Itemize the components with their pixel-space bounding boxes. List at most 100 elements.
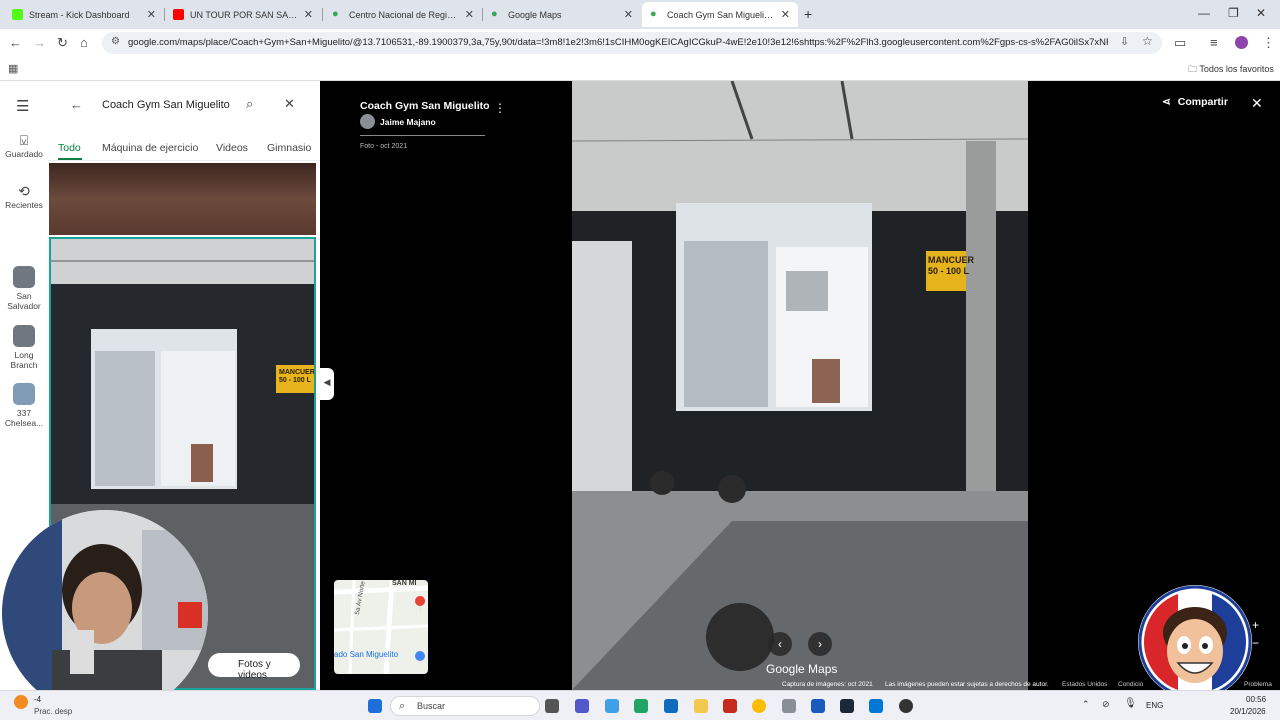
new-tab-icon[interactable]: +: [804, 6, 812, 22]
rail-saved[interactable]: ⍌ Guardado: [0, 133, 48, 159]
reading-list-icon[interactable]: ≡: [1210, 35, 1218, 50]
report-problem-link[interactable]: Problema: [1244, 681, 1272, 688]
mini-map[interactable]: SAN MI 5a Av Norte ado San Miguelito: [334, 580, 428, 674]
search-box[interactable]: ← Coach Gym San Miguelito ⌕ ✕: [60, 91, 310, 119]
bookmark-star-icon[interactable]: ☆: [1142, 34, 1153, 48]
photos-videos-label: Fotos y videos: [238, 659, 271, 681]
search-icon: ⌕: [399, 700, 406, 712]
tab-youtube[interactable]: UN TOUR POR SAN SALVADOR ✕: [165, 2, 321, 27]
teams-icon[interactable]: [575, 699, 589, 713]
window-close-icon[interactable]: ✕: [1256, 6, 1266, 20]
tab-google-maps[interactable]: ● Google Maps ✕: [483, 2, 641, 27]
tab-videos[interactable]: Videos: [216, 142, 248, 154]
menu-kebab-icon[interactable]: ⋮: [1262, 35, 1275, 51]
divider: [360, 135, 485, 136]
tab-coach-gym[interactable]: ● Coach Gym San Miguelito - Go ✕: [642, 2, 798, 27]
terms-link[interactable]: Condicio: [1118, 681, 1143, 688]
place-thumbnail: [13, 383, 35, 405]
author-name[interactable]: Jaime Majano: [380, 117, 436, 127]
restore-icon[interactable]: ❐: [1228, 6, 1239, 20]
cast-icon[interactable]: ▭: [1174, 35, 1186, 51]
address-bar[interactable]: ⚙ google.com/maps/place/Coach+Gym+San+Mi…: [102, 32, 1162, 54]
previous-photo-button[interactable]: ‹: [768, 632, 792, 656]
close-icon[interactable]: ✕: [465, 8, 474, 21]
weather-temperature: -4: [34, 695, 42, 704]
back-icon[interactable]: ←: [9, 35, 22, 50]
camera-icon[interactable]: [782, 699, 796, 713]
more-options-icon[interactable]: ⋮: [494, 101, 506, 115]
store-icon[interactable]: [869, 699, 883, 713]
close-icon[interactable]: ✕: [147, 8, 156, 21]
chrome-icon[interactable]: [752, 699, 766, 713]
network-icon[interactable]: ⊘: [1102, 699, 1110, 710]
word-icon[interactable]: [811, 699, 825, 713]
hamburger-menu-icon[interactable]: ☰: [16, 97, 29, 115]
url-text[interactable]: google.com/maps/place/Coach+Gym+San+Migu…: [128, 37, 1108, 48]
app-icon[interactable]: [723, 699, 737, 713]
close-icon[interactable]: ✕: [304, 8, 313, 21]
clear-search-icon[interactable]: ✕: [284, 96, 295, 112]
zoom-in-icon[interactable]: +: [1252, 618, 1259, 632]
reload-icon[interactable]: ↻: [57, 35, 68, 51]
bookmarks-bar: ▦ 🗀 Todos los favoritos: [0, 57, 1280, 81]
excel-icon[interactable]: [634, 699, 648, 713]
chevron-up-icon[interactable]: ⌃: [1082, 699, 1090, 710]
search-icon[interactable]: ⌕: [246, 96, 253, 112]
place-thumbnail: [13, 266, 35, 288]
chevron-right-icon: ›: [818, 637, 822, 651]
clock-date[interactable]: 20/1/2026: [1230, 707, 1266, 716]
task-view-icon[interactable]: [545, 699, 559, 713]
forward-icon[interactable]: →: [33, 35, 46, 50]
weather-icon[interactable]: [14, 695, 28, 709]
rail-place-chelsea[interactable]: 337 Chelsea...: [0, 383, 48, 428]
file-explorer-icon[interactable]: [694, 699, 708, 713]
close-viewer-icon[interactable]: ✕: [1251, 95, 1263, 112]
collapse-panel-button[interactable]: ◀: [320, 368, 334, 400]
language-indicator[interactable]: ENG: [1146, 701, 1163, 710]
outlook-icon[interactable]: [664, 699, 678, 713]
rail-place-san-salvador[interactable]: San Salvador: [0, 266, 48, 311]
tab-kick-dashboard[interactable]: Stream - Kick Dashboard ✕: [4, 2, 164, 27]
profile-avatar[interactable]: [1235, 36, 1248, 49]
country-link[interactable]: Estados Unidos: [1062, 681, 1108, 688]
apps-grid-icon[interactable]: ▦: [8, 62, 18, 75]
place-title[interactable]: Coach Gym San Miguelito: [360, 100, 500, 112]
zoom-out-icon[interactable]: −: [1252, 636, 1259, 650]
photos-videos-button[interactable]: Fotos y videos: [208, 653, 300, 681]
obs-icon[interactable]: [899, 699, 913, 713]
webcam-feed: [2, 510, 208, 716]
next-photo-button[interactable]: ›: [808, 632, 832, 656]
clock-time[interactable]: 00:56: [1246, 695, 1266, 704]
windows-start-icon[interactable]: [368, 699, 382, 713]
tab-gym[interactable]: Gimnasio: [267, 142, 311, 154]
weather-description: Prac. desp: [34, 707, 73, 716]
share-button[interactable]: ⋖ Compartir: [1162, 96, 1228, 108]
copilot-icon[interactable]: [605, 699, 619, 713]
back-arrow-icon[interactable]: ←: [70, 97, 83, 112]
taskbar-search[interactable]: ⌕ Buscar: [390, 696, 540, 716]
microphone-icon[interactable]: 🎙: [1124, 698, 1137, 709]
author-avatar[interactable]: [360, 114, 375, 129]
map-pin-icon: ●: [332, 8, 339, 20]
webcam-overlay: [2, 510, 208, 716]
map-label: SAN MI: [392, 580, 417, 587]
close-icon[interactable]: ✕: [624, 8, 633, 21]
home-icon[interactable]: ⌂: [80, 35, 88, 50]
install-app-icon[interactable]: ⇩: [1120, 35, 1129, 48]
search-input[interactable]: Coach Gym San Miguelito: [102, 99, 230, 111]
rail-place-label: 337 Chelsea...: [4, 408, 44, 428]
minimize-icon[interactable]: —: [1198, 6, 1210, 20]
photo-thumbnail[interactable]: [49, 163, 316, 235]
tab-all[interactable]: Todo: [58, 142, 81, 154]
taskbar-search-label: Buscar: [417, 701, 446, 711]
tab-title: Google Maps: [508, 9, 562, 20]
steam-icon[interactable]: [840, 699, 854, 713]
rail-recents[interactable]: ⟲ Recientes: [0, 184, 48, 210]
tab-exercise-machine[interactable]: Máquina de ejercicio: [102, 142, 198, 154]
tab-centro-nacional[interactable]: ● Centro Nacional de Registros - ✕: [324, 2, 482, 27]
rail-place-long-branch[interactable]: Long Branch: [0, 325, 48, 370]
close-icon[interactable]: ✕: [781, 8, 790, 21]
gym-photo[interactable]: MANCUERNAS 50 - 100 L: [572, 81, 1028, 690]
site-info-icon[interactable]: ⚙: [111, 36, 120, 47]
all-bookmarks-folder[interactable]: 🗀 Todos los favoritos: [1188, 62, 1274, 78]
